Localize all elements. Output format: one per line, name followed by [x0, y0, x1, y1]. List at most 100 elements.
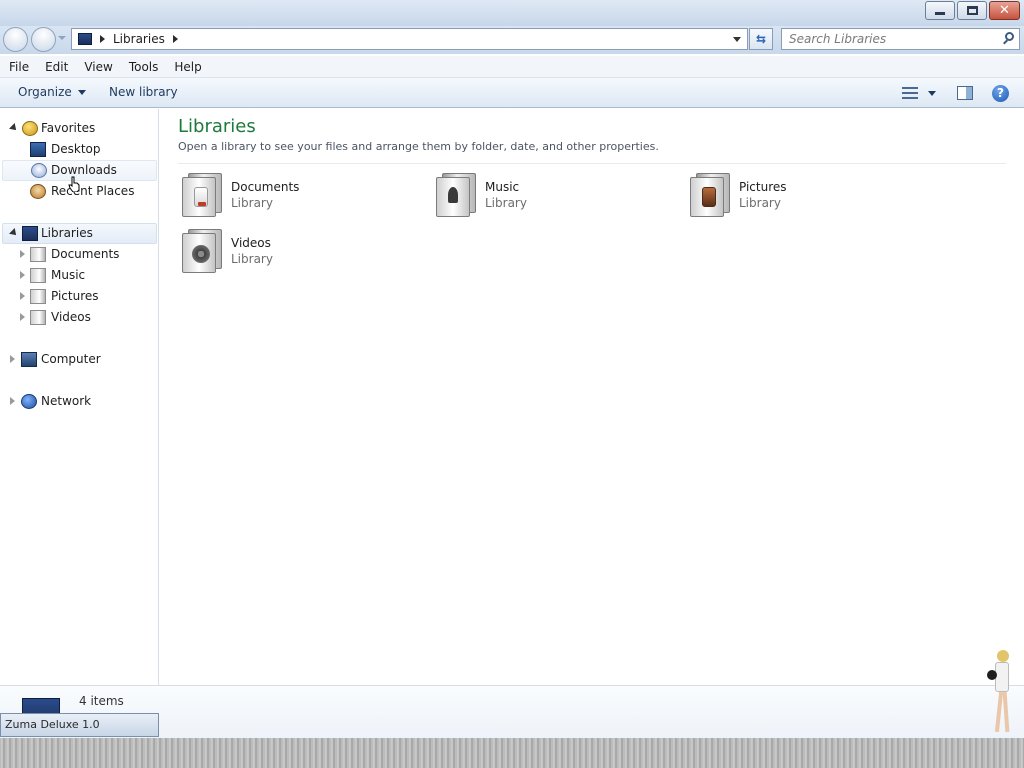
favorites-star-icon — [22, 121, 38, 136]
close-icon: ✕ — [999, 3, 1010, 18]
menu-edit[interactable]: Edit — [36, 60, 75, 74]
preview-pane-icon[interactable] — [957, 86, 973, 100]
command-bar: Organize New library ? — [0, 78, 1024, 108]
expand-arrow-icon[interactable] — [10, 397, 15, 405]
organize-button[interactable]: Organize — [18, 85, 86, 99]
tree-label-computer: Computer — [41, 352, 101, 366]
divider — [178, 163, 1006, 164]
forward-button[interactable] — [31, 27, 56, 52]
documents-library-icon — [182, 173, 222, 217]
tree-item-desktop[interactable]: Desktop — [2, 139, 152, 160]
back-button[interactable] — [3, 27, 28, 52]
tree-item-videos[interactable]: Videos — [2, 307, 152, 328]
address-bar[interactable]: Libraries — [71, 28, 748, 50]
desktop-background — [0, 738, 1024, 768]
expand-arrow-icon[interactable] — [20, 250, 25, 258]
music-library-icon — [30, 268, 46, 283]
tree-label-network: Network — [41, 394, 92, 408]
view-options-dropdown[interactable] — [928, 91, 936, 96]
menu-help[interactable]: Help — [165, 60, 208, 74]
new-library-button[interactable]: New library — [109, 85, 178, 99]
videos-library-icon — [182, 229, 222, 273]
videos-library-icon — [30, 310, 46, 325]
restore-icon — [966, 6, 978, 15]
breadcrumb-chevron-icon[interactable] — [172, 35, 178, 43]
library-name: Documents — [231, 180, 300, 194]
library-name: Videos — [231, 236, 271, 250]
collapse-arrow-icon[interactable] — [9, 228, 19, 238]
music-library-icon — [436, 173, 476, 217]
content-pane: Libraries Open a library to see your fil… — [160, 109, 1024, 685]
tree-item-libraries[interactable]: Libraries — [2, 223, 157, 244]
search-box[interactable] — [781, 28, 1020, 50]
breadcrumb-libraries[interactable]: Libraries — [113, 32, 165, 46]
minimize-button[interactable] — [925, 1, 955, 20]
library-item-pictures[interactable]: Pictures Library — [686, 171, 926, 223]
tree-item-music[interactable]: Music — [2, 265, 152, 286]
library-type: Library — [739, 196, 781, 210]
tree-label-music: Music — [51, 268, 86, 282]
documents-library-icon — [30, 247, 46, 262]
change-view-icon[interactable] — [902, 86, 918, 100]
chevron-down-icon — [77, 89, 86, 95]
menu-bar: File Edit View Tools Help — [0, 56, 1024, 78]
organize-label: Organize — [18, 85, 72, 99]
item-count: 4 items — [79, 694, 124, 708]
address-history-dropdown[interactable] — [733, 37, 741, 42]
address-row: Libraries ⇆ — [0, 26, 1024, 54]
tree-label-downloads: Downloads — [51, 163, 117, 177]
search-input[interactable] — [782, 29, 992, 49]
library-item-music[interactable]: Music Library — [432, 171, 672, 223]
refresh-button[interactable]: ⇆ — [749, 28, 773, 50]
help-icon[interactable]: ? — [992, 85, 1009, 102]
library-type: Library — [231, 252, 273, 266]
expand-arrow-icon[interactable] — [20, 292, 25, 300]
taskbar-button-label: Zuma Deluxe 1.0 — [5, 718, 100, 731]
search-icon[interactable] — [1002, 32, 1015, 46]
breadcrumb-chevron-icon[interactable] — [100, 35, 105, 43]
menu-tools[interactable]: Tools — [120, 60, 166, 74]
collapse-arrow-icon[interactable] — [9, 123, 19, 133]
desktop-icon — [30, 142, 46, 157]
tree-label-recent-places: Recent Places — [51, 184, 135, 198]
hand-cursor-icon — [68, 176, 80, 192]
title-bar: ✕ — [0, 0, 1024, 26]
tree-item-network[interactable]: Network — [2, 391, 152, 412]
minimize-icon — [935, 12, 945, 15]
network-icon — [21, 394, 37, 409]
recent-pages-dropdown[interactable] — [58, 36, 66, 40]
tree-label-favorites: Favorites — [41, 121, 96, 135]
page-title: Libraries — [178, 116, 256, 137]
tree-label-documents: Documents — [51, 247, 120, 261]
computer-icon — [21, 352, 37, 367]
tree-label-videos: Videos — [51, 310, 91, 324]
tree-item-pictures[interactable]: Pictures — [2, 286, 152, 307]
expand-arrow-icon[interactable] — [20, 313, 25, 321]
tree-item-favorites[interactable]: Favorites — [2, 118, 152, 139]
menu-file[interactable]: File — [0, 60, 36, 74]
library-type: Library — [485, 196, 527, 210]
close-button[interactable]: ✕ — [989, 1, 1020, 20]
tree-label-pictures: Pictures — [51, 289, 99, 303]
page-subtitle: Open a library to see your files and arr… — [178, 140, 659, 153]
libraries-icon — [78, 33, 92, 45]
recent-places-icon — [30, 184, 46, 199]
pictures-library-icon — [690, 173, 730, 217]
libraries-icon — [22, 226, 38, 241]
menu-view[interactable]: View — [75, 60, 119, 74]
explorer-window: ✕ Libraries ⇆ File Edit View Tools Help … — [0, 0, 1024, 738]
expand-arrow-icon[interactable] — [10, 355, 15, 363]
library-name: Pictures — [739, 180, 787, 194]
library-type: Library — [231, 196, 273, 210]
tree-item-documents[interactable]: Documents — [2, 244, 152, 265]
library-item-documents[interactable]: Documents Library — [178, 171, 418, 223]
tree-label-libraries: Libraries — [41, 226, 93, 240]
library-item-videos[interactable]: Videos Library — [178, 227, 418, 279]
tree-item-computer[interactable]: Computer — [2, 349, 152, 370]
library-name: Music — [485, 180, 520, 194]
expand-arrow-icon[interactable] — [20, 271, 25, 279]
pictures-library-icon — [30, 289, 46, 304]
caption-buttons: ✕ — [923, 1, 1020, 20]
restore-button[interactable] — [957, 1, 987, 20]
taskbar-button-zuma[interactable]: Zuma Deluxe 1.0 — [0, 713, 159, 737]
